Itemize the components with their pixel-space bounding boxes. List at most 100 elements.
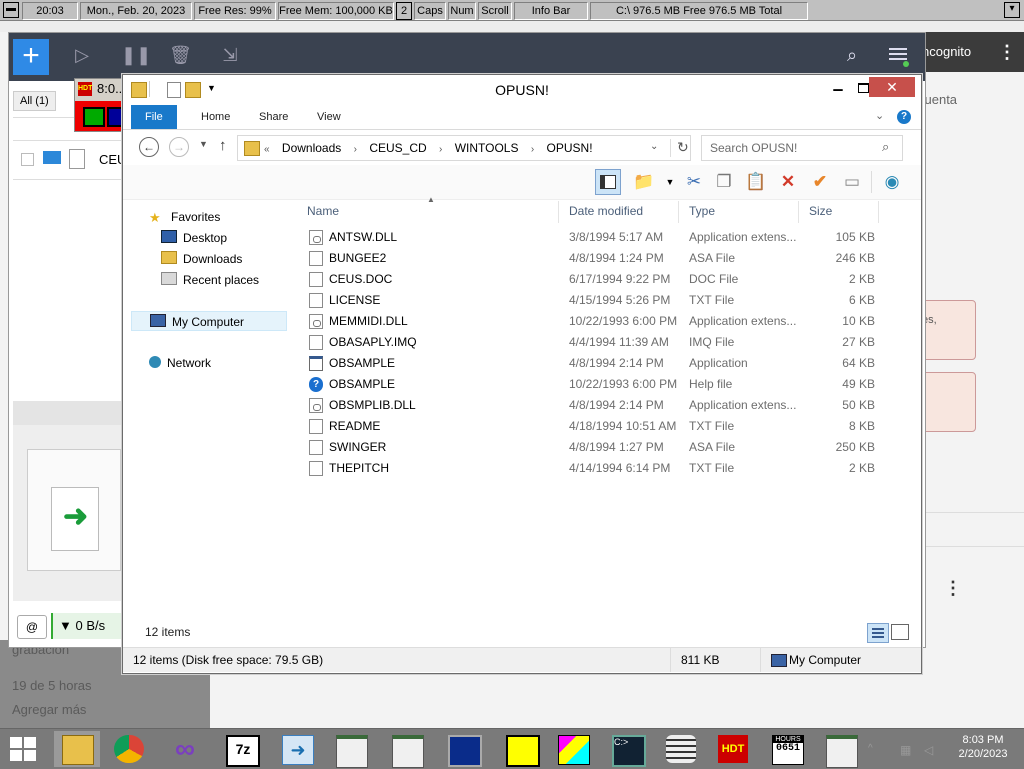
delete-icon[interactable]: ✕ <box>775 169 801 195</box>
taskbar-terminal[interactable]: C:> <box>604 731 650 767</box>
file-row[interactable]: README 4/18/1994 10:51 AM TXT File 8 KB <box>297 416 909 437</box>
tray-expand-icon[interactable]: ^ <box>868 743 873 754</box>
taskbar-cardfile[interactable] <box>498 731 544 767</box>
column-type[interactable]: Type <box>679 201 799 223</box>
folder-options-icon[interactable]: 📁 <box>631 169 657 195</box>
file-row[interactable]: MEMMIDI.DLL 10/22/1993 6:00 PM Application… <box>297 311 909 332</box>
file-row[interactable]: SWINGER 4/8/1994 1:27 PM ASA File 250 KB <box>297 437 909 458</box>
cut-icon[interactable]: ✂ <box>681 169 707 195</box>
tab-share[interactable]: Share <box>245 105 302 129</box>
address-bar[interactable]: « Downloads › CEUS_CD › WINTOOLS › OPUSN… <box>237 135 691 161</box>
hdt-widget[interactable]: HDT 8:0.. <box>74 78 128 132</box>
properties-icon[interactable]: ▭ <box>839 169 865 195</box>
help-icon[interactable]: ? <box>897 110 911 124</box>
large-icons-view-button[interactable] <box>891 624 909 640</box>
taskbar-app-arrow[interactable]: ➜ <box>274 731 320 767</box>
file-size: 105 KB <box>835 230 875 244</box>
7zip-icon: 7z <box>226 735 260 767</box>
preview-pane-button[interactable] <box>595 169 621 195</box>
background-link[interactable]: Agregar más <box>12 702 86 717</box>
taskbar-file-explorer[interactable] <box>54 731 100 767</box>
refresh-icon[interactable]: ↻ <box>670 139 689 157</box>
column-date-modified[interactable]: Date modified <box>559 201 679 223</box>
column-name[interactable]: Name <box>297 201 559 223</box>
chevron-right-icon[interactable]: › <box>439 144 442 155</box>
file-row[interactable]: BUNGEE2 4/8/1994 1:24 PM ASA File 246 KB <box>297 248 909 269</box>
recent-locations-icon[interactable]: ▼ <box>199 139 208 149</box>
breadcrumb-opusn[interactable]: OPUSN! <box>547 141 593 155</box>
chevron-right-icon[interactable]: › <box>531 144 534 155</box>
taskbar-7zip[interactable]: 7z <box>218 731 264 767</box>
row-checkbox[interactable] <box>21 153 34 166</box>
taskbar-stack-app[interactable] <box>658 731 704 767</box>
column-size[interactable]: Size <box>799 201 879 223</box>
chevron-right-icon[interactable]: › <box>354 144 357 155</box>
taskbar-window-2[interactable] <box>384 731 430 768</box>
tab-view[interactable]: View <box>303 105 355 129</box>
taskbar-hours[interactable]: HOURS 0651 <box>764 731 810 767</box>
title-bar[interactable]: ▼ OPUSN! ▁ ✕ <box>123 75 921 103</box>
add-torrent-button[interactable]: + <box>13 39 49 75</box>
file-row[interactable]: LICENSE 4/15/1994 5:26 PM TXT File 6 KB <box>297 290 909 311</box>
nav-downloads[interactable]: Downloads <box>161 249 242 269</box>
close-button[interactable]: ✕ <box>869 77 915 97</box>
filter-all-tab[interactable]: All (1) <box>13 91 56 111</box>
browser-menu-icon[interactable]: ⋮ <box>998 42 1016 63</box>
chevron-down-icon[interactable]: ▼ <box>657 169 683 195</box>
file-row[interactable]: THEPITCH 4/14/1994 6:14 PM TXT File 2 KB <box>297 458 909 479</box>
checkmark-icon[interactable]: ✔ <box>807 169 833 195</box>
up-button[interactable]: ↑ <box>219 137 227 154</box>
taskbar-window-1[interactable] <box>328 731 374 768</box>
start-button[interactable] <box>10 737 38 763</box>
tab-home[interactable]: Home <box>187 105 244 129</box>
trash-icon[interactable]: 🗑 <box>169 45 192 67</box>
more-options-icon[interactable]: ⋮ <box>944 578 962 599</box>
taskbar-visual-studio[interactable]: ∞ <box>162 731 208 767</box>
nav-my-computer[interactable]: My Computer <box>131 311 287 331</box>
network-tray-icon[interactable]: ▦ <box>900 743 911 757</box>
breadcrumb-wintools[interactable]: WINTOOLS <box>455 141 519 155</box>
expand-ribbon-icon[interactable]: ⌄ <box>875 109 884 122</box>
snail-speed-icon[interactable]: @ <box>17 615 47 639</box>
copy-icon[interactable]: ❐ <box>711 169 737 195</box>
taskbar-chrome[interactable] <box>106 731 152 767</box>
file-row[interactable]: CEUS.DOC 6/17/1994 9:22 PM DOC File 2 KB <box>297 269 909 290</box>
taskbar-window-3[interactable] <box>818 731 864 768</box>
search-icon[interactable]: ⌕ <box>882 139 889 155</box>
taskbar-program-manager[interactable] <box>440 731 486 767</box>
nav-network[interactable]: Network <box>149 353 211 373</box>
globe-icon[interactable]: ◉ <box>879 169 905 195</box>
file-row[interactable]: ANTSW.DLL 3/8/1994 5:17 AM Application ext… <box>297 227 909 248</box>
control-menu-icon[interactable]: ▬ <box>3 2 19 18</box>
breadcrumb-downloads[interactable]: Downloads <box>282 141 341 155</box>
search-input[interactable]: Search OPUSN! <box>710 141 797 155</box>
back-button[interactable]: ← <box>139 137 159 157</box>
search-box[interactable]: Search OPUSN! ⌕ <box>701 135 903 161</box>
file-row[interactable]: OBSMPLIB.DLL 4/8/1994 2:14 PM Application … <box>297 395 909 416</box>
system-clock[interactable]: 8:03 PM 2/20/2023 <box>948 733 1018 761</box>
paste-icon[interactable]: 📋 <box>743 169 769 195</box>
file-type: Application extens... <box>689 230 797 244</box>
file-row[interactable]: ? OBSAMPLE 10/22/1993 6:00 PM Help file 49 K… <box>297 374 909 395</box>
search-icon[interactable]: ⌕ <box>847 45 857 66</box>
taskbar-hdt[interactable]: HDT <box>710 731 756 767</box>
tab-file[interactable]: File <box>131 105 177 129</box>
file-row[interactable]: OBSAMPLE 4/8/1994 2:14 PM Application 64 KB <box>297 353 909 374</box>
pause-icon[interactable]: ❚❚ <box>121 45 151 67</box>
nav-desktop[interactable]: Desktop <box>161 228 227 248</box>
file-row[interactable]: OBASAPLY.IMQ 4/4/1994 11:39 AM IMQ File 27 … <box>297 332 909 353</box>
info-bar-arrow-icon[interactable]: ▾ <box>1004 2 1020 18</box>
address-dropdown-icon[interactable]: ⌄ <box>650 141 658 152</box>
move-folder-icon[interactable]: ⇲ <box>219 45 241 67</box>
breadcrumb-overflow[interactable]: « <box>264 144 270 155</box>
list-item[interactable]: CEU <box>13 141 126 180</box>
volume-icon[interactable]: ◁ <box>924 743 933 757</box>
details-view-button[interactable] <box>867 623 889 643</box>
forward-button[interactable]: → <box>169 137 189 157</box>
nav-favorites[interactable]: ★ Favorites <box>149 207 220 227</box>
picture-icon[interactable] <box>83 107 105 127</box>
start-icon[interactable]: ▷ <box>71 45 93 67</box>
nav-recent-places[interactable]: Recent places <box>161 270 259 290</box>
taskbar-paint[interactable] <box>550 731 596 767</box>
breadcrumb-ceus-cd[interactable]: CEUS_CD <box>369 141 426 155</box>
